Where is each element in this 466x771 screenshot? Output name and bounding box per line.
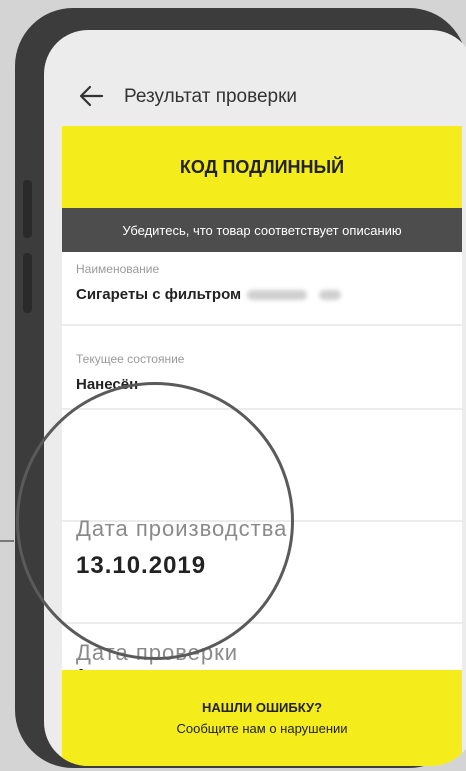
- field-label: Дата проверки: [76, 640, 239, 665]
- product-name-text: Сигареты с фильтром: [76, 286, 242, 303]
- pointer-tick: [0, 540, 14, 542]
- app-screen: Результат проверки КОД ПОДЛИННЫЙ Убедите…: [44, 30, 466, 766]
- side-button: [23, 180, 32, 238]
- field-label: Наименование: [76, 262, 160, 276]
- side-button: [23, 253, 32, 313]
- field-label: Дата производства: [76, 516, 288, 541]
- report-subtitle: Сообщите нам о нарушении: [176, 721, 348, 736]
- top-bar: Результат проверки: [44, 30, 466, 126]
- status-hint: Убедитесь, что товар соответствует описа…: [62, 208, 462, 252]
- field-spacer: [62, 410, 462, 520]
- report-title: НАШЛИ ОШИБКУ?: [201, 700, 323, 715]
- status-banner: КОД ПОДЛИННЫЙ: [62, 126, 462, 208]
- field-current-state: Текущее состояние Нанесён: [62, 326, 462, 408]
- status-subtitle: Убедитесь, что товар соответствует описа…: [122, 222, 402, 238]
- field-value: 13.10.2019: [76, 552, 207, 579]
- redacted-text: [247, 290, 308, 301]
- status-title: КОД ПОДЛИННЫЙ: [179, 156, 345, 177]
- page-title: Результат проверки: [124, 86, 298, 107]
- field-label: Текущее состояние: [76, 352, 185, 366]
- field-value: Сигареты с фильтром: [76, 286, 347, 303]
- phone-frame: Результат проверки КОД ПОДЛИННЫЙ Убедите…: [15, 8, 466, 768]
- field-product-name: Наименование Сигареты с фильтром: [62, 252, 462, 324]
- redacted-text: [319, 290, 342, 301]
- arrow-left-icon[interactable]: [78, 84, 104, 108]
- field-value: Нанесён: [76, 376, 139, 393]
- field-production-date: Дата производства 13.10.2019: [62, 516, 462, 622]
- report-error-button[interactable]: НАШЛИ ОШИБКУ? Сообщите нам о нарушении: [62, 670, 462, 766]
